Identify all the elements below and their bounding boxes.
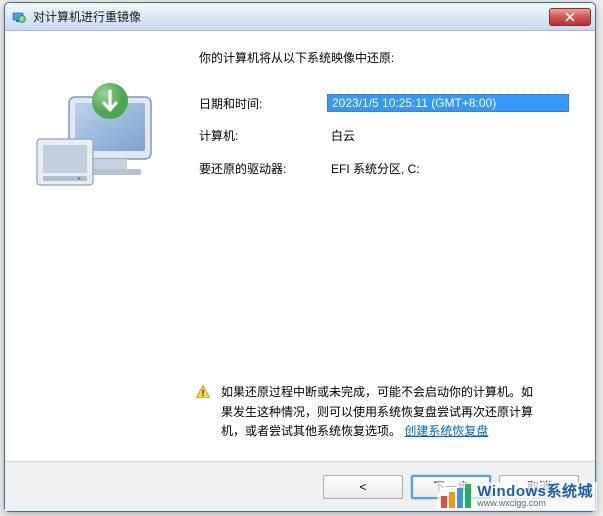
close-button[interactable] bbox=[549, 8, 591, 26]
drives-label: 要还原的驱动器: bbox=[199, 160, 327, 177]
watermark: Windows系统城 www.wxclgg.com bbox=[437, 482, 597, 510]
main-heading: 你的计算机将从以下系统映像中还原: bbox=[199, 49, 569, 66]
app-icon bbox=[11, 9, 27, 25]
datetime-label: 日期和时间: bbox=[199, 95, 327, 112]
watermark-sub: www.wxclgg.com bbox=[477, 499, 593, 508]
left-column bbox=[31, 49, 171, 461]
computer-label: 计算机: bbox=[199, 127, 327, 144]
warning-text: 如果还原过程中断或未完成，可能不会启动你的计算机。如果发生这种情况，则可以使用系… bbox=[221, 383, 537, 441]
info-row-datetime: 日期和时间: 2023/1/5 10:25:11 (GMT+8:00) bbox=[199, 94, 569, 112]
datetime-value[interactable]: 2023/1/5 10:25:11 (GMT+8:00) bbox=[327, 94, 569, 112]
watermark-bars-icon bbox=[441, 484, 471, 508]
titlebar: 对计算机进行重镜像 bbox=[5, 3, 595, 31]
content-area: 你的计算机将从以下系统映像中还原: 日期和时间: 2023/1/5 10:25:… bbox=[5, 31, 595, 461]
back-button[interactable]: < bbox=[323, 475, 403, 499]
reimage-dialog: 对计算机进行重镜像 bbox=[4, 2, 596, 512]
create-recovery-disc-link[interactable]: 创建系统恢复盘 bbox=[404, 424, 488, 438]
window-title: 对计算机进行重镜像 bbox=[33, 8, 549, 25]
drives-value: EFI 系统分区, C: bbox=[327, 159, 569, 178]
warning-block: 如果还原过程中断或未完成，可能不会启动你的计算机。如果发生这种情况，则可以使用系… bbox=[195, 383, 537, 441]
watermark-text: Windows系统城 www.wxclgg.com bbox=[477, 484, 593, 508]
close-icon bbox=[565, 12, 575, 22]
info-row-drives: 要还原的驱动器: EFI 系统分区, C: bbox=[199, 159, 569, 178]
info-row-computer: 计算机: 白云 bbox=[199, 126, 569, 145]
computer-value: 白云 bbox=[327, 126, 569, 145]
warning-icon bbox=[195, 384, 211, 400]
watermark-main: Windows系统城 bbox=[477, 484, 593, 499]
computer-restore-icon bbox=[31, 198, 171, 212]
